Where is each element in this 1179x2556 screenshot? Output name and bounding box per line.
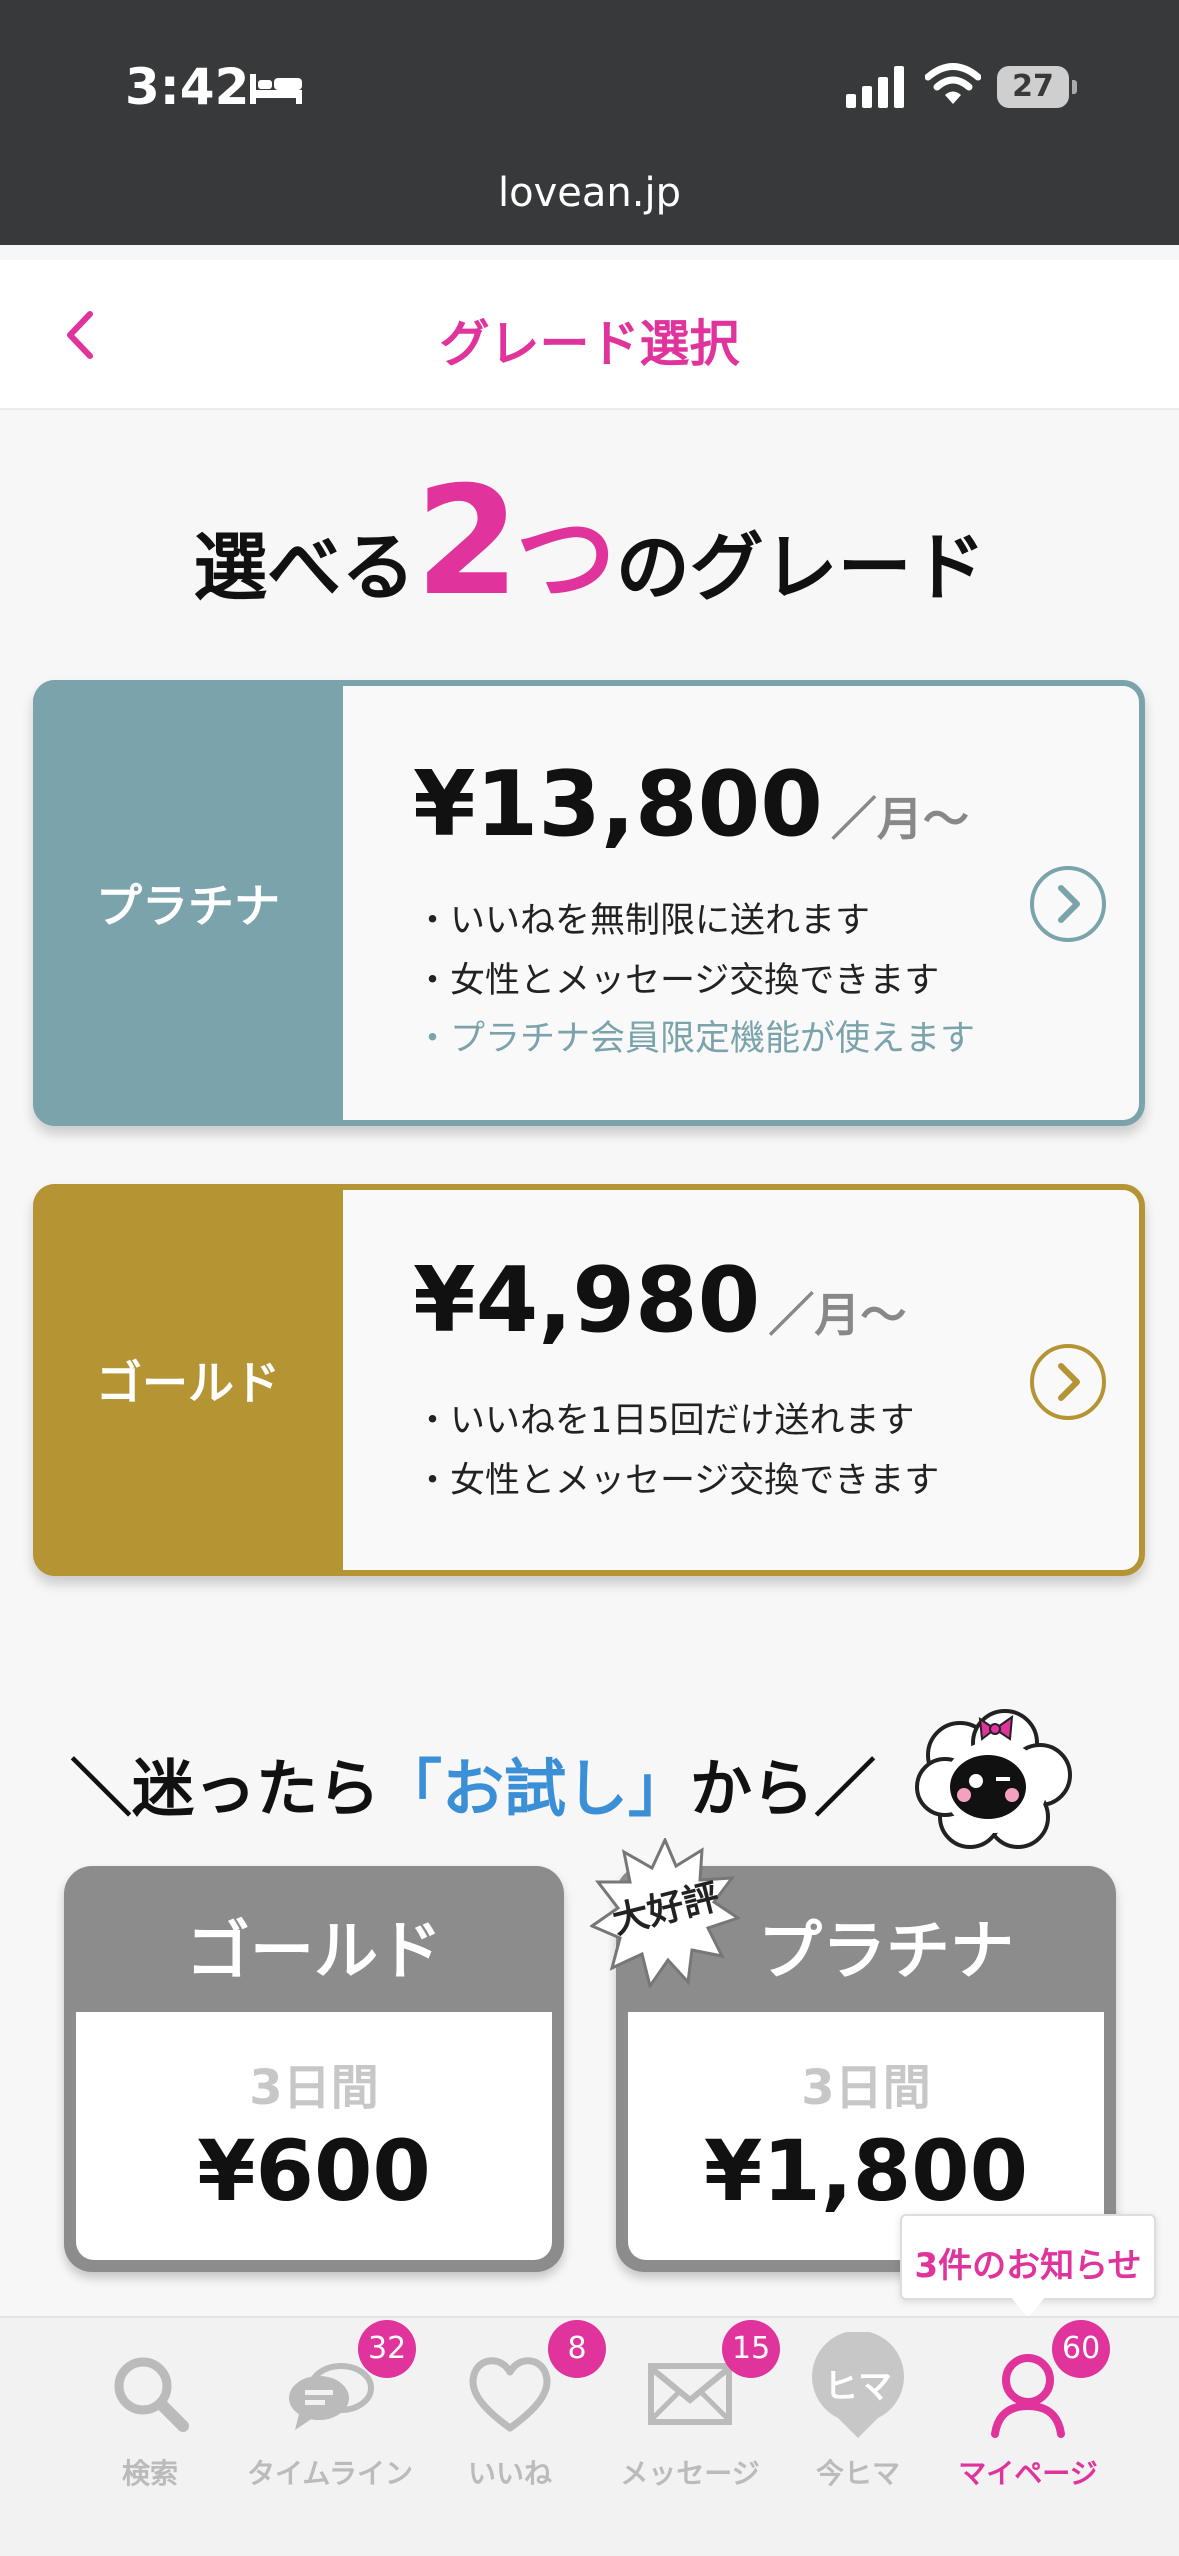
nav-timeline[interactable]: タイムライン 32 bbox=[240, 2318, 420, 2518]
hero-pre: 選べる bbox=[193, 525, 416, 611]
page-header: グレード選択 bbox=[0, 260, 1179, 410]
plan-feature: ・女性とメッセージ交換できます bbox=[415, 961, 940, 1001]
wifi-icon bbox=[925, 63, 981, 104]
plan-name: プラチナ bbox=[33, 680, 343, 1126]
plan-details: ¥13,800 ／月〜 ・いいねを無制限に送れます ・女性とメッセージ交換できます… bbox=[343, 686, 1139, 1120]
status-bar: 3:42 27 lovean.jp bbox=[0, 0, 1179, 245]
hero-heading: 選べる2つのグレード bbox=[0, 455, 1179, 629]
notification-bubble[interactable]: 3件のお知らせ bbox=[900, 2214, 1156, 2300]
nav-messages[interactable]: メッセージ 15 bbox=[600, 2318, 781, 2518]
hima-icon: ヒマ bbox=[812, 2332, 904, 2438]
nav-label: 今ヒマ bbox=[815, 2457, 900, 2490]
nav-label: いいね bbox=[467, 2457, 552, 2490]
plan-name: ゴールド bbox=[33, 1184, 343, 1576]
plan-card-gold[interactable]: ゴールド ¥4,980 ／月〜 ・いいねを1日5回だけ送れます ・女性とメッセージ… bbox=[33, 1184, 1145, 1576]
nav-search[interactable]: 検索 bbox=[60, 2318, 240, 2518]
trial-duration: 3日間 bbox=[249, 2060, 379, 2116]
bottom-nav: 検索 タイムライン 32 いいね 8 メッセージ 15 ヒマ 今ヒマ マイページ… bbox=[0, 2316, 1179, 2556]
plan-feature: ・いいねを無制限に送れます bbox=[415, 901, 871, 941]
plan-feature: ・プラチナ会員限定機能が使えます bbox=[415, 1019, 976, 1059]
envelope-icon bbox=[648, 2363, 732, 2425]
plan-price: ¥4,980 bbox=[413, 1248, 761, 1353]
plan-card-platinum[interactable]: プラチナ ¥13,800 ／月〜 ・いいねを無制限に送れます ・女性とメッセージ交… bbox=[33, 680, 1145, 1126]
nav-label: タイムライン bbox=[246, 2457, 414, 2490]
nav-label: 検索 bbox=[121, 2457, 178, 2490]
trial-heading-highlight: 「お試し」 bbox=[380, 1752, 691, 1825]
battery-indicator: 27 bbox=[997, 66, 1077, 108]
chevron-right-circle-icon[interactable] bbox=[1028, 1342, 1108, 1422]
nav-label: マイページ bbox=[958, 2457, 1098, 2490]
notification-badge: 32 bbox=[358, 2320, 417, 2378]
trial-price: ¥1,800 bbox=[703, 2122, 1029, 2220]
trial-heading: ＼迷ったら「お試し」から／ bbox=[70, 1738, 876, 1828]
hero-counter: つ bbox=[515, 500, 616, 617]
nav-hima[interactable]: ヒマ 今ヒマ bbox=[768, 2318, 948, 2518]
bed-icon bbox=[250, 74, 302, 104]
plan-period: ／月〜 bbox=[830, 792, 969, 846]
nav-label: メッセージ bbox=[620, 2457, 760, 2490]
nav-likes[interactable]: いいね 8 bbox=[420, 2318, 606, 2518]
cellular-signal-icon bbox=[846, 66, 904, 108]
plan-feature: ・女性とメッセージ交換できます bbox=[415, 1461, 940, 1501]
hero-post: のグレード bbox=[615, 525, 986, 611]
notification-text: 3件のお知らせ bbox=[914, 2246, 1142, 2286]
notification-badge: 8 bbox=[548, 2320, 606, 2378]
trial-heading-pre: ＼迷ったら bbox=[70, 1752, 381, 1825]
browser-url[interactable]: lovean.jp bbox=[0, 170, 1179, 216]
svg-text:ヒマ: ヒマ bbox=[824, 2367, 892, 2407]
plan-price: ¥13,800 bbox=[413, 752, 823, 857]
notification-badge: 60 bbox=[1052, 2320, 1111, 2378]
chevron-right-circle-icon[interactable] bbox=[1028, 864, 1108, 944]
notification-bubble-tail bbox=[1010, 2296, 1046, 2318]
trial-card-gold[interactable]: ゴールド 3日間 ¥600 bbox=[64, 1866, 564, 2272]
plan-feature: ・いいねを1日5回だけ送れます bbox=[415, 1401, 915, 1441]
trial-heading-post: から／ bbox=[690, 1752, 877, 1825]
plan-details: ¥4,980 ／月〜 ・いいねを1日5回だけ送れます ・女性とメッセージ交換できま… bbox=[343, 1190, 1139, 1570]
trial-plan-name: ゴールド bbox=[186, 1915, 442, 1989]
plan-period: ／月〜 bbox=[768, 1288, 907, 1342]
page-title: グレード選択 bbox=[439, 315, 740, 373]
trial-duration: 3日間 bbox=[801, 2060, 931, 2116]
status-time: 3:42 bbox=[125, 58, 250, 116]
sheep-mascot-icon bbox=[915, 1709, 1072, 1849]
heart-icon bbox=[469, 2357, 551, 2432]
hero-number: 2 bbox=[415, 455, 519, 629]
trial-price: ¥600 bbox=[197, 2122, 431, 2220]
search-icon bbox=[114, 2357, 189, 2432]
nav-mypage[interactable]: マイページ 60 bbox=[938, 2318, 1118, 2518]
battery-level: 27 bbox=[1012, 69, 1054, 104]
